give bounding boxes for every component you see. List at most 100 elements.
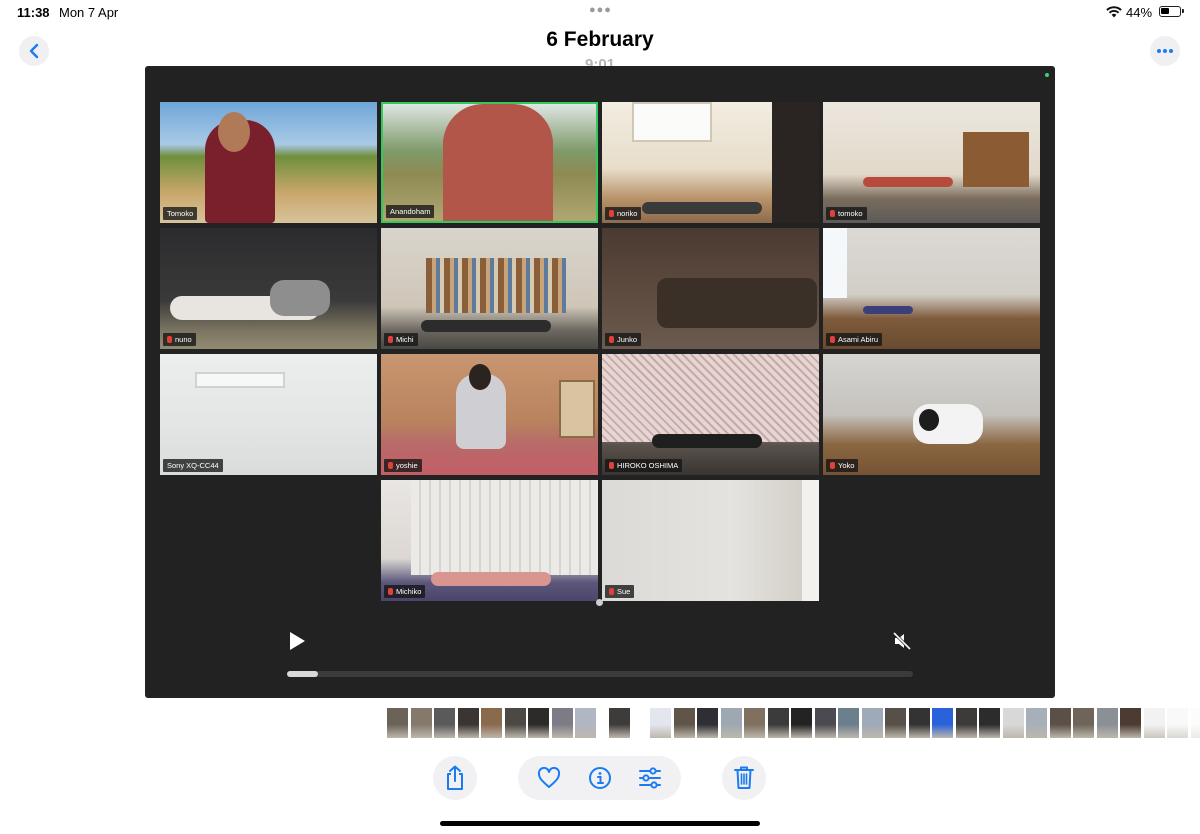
participant-video [443,104,553,221]
battery-percent: 44% [1126,5,1153,20]
mute-button[interactable] [887,626,917,656]
sofa [657,278,817,328]
mic-muted-icon [388,462,393,469]
home-indicator[interactable] [440,821,760,826]
participant-tile-michiko: Michiko [381,480,598,601]
participant-name-label: Tomoko [163,207,198,220]
participant-name-label: HIROKO OSHIMA [605,459,683,472]
filmstrip-thumbnail[interactable] [551,708,573,738]
filmstrip-thumbnail[interactable] [673,708,695,738]
play-button[interactable] [282,626,312,656]
filmstrip-thumbnail[interactable] [410,708,432,738]
filmstrip-thumbnail[interactable] [1073,708,1094,738]
filmstrip-thumbnail[interactable] [1026,708,1047,738]
action-group [518,756,681,800]
status-time: 11:38 [17,5,50,20]
filmstrip-thumbnail[interactable] [1049,708,1071,738]
info-icon [589,767,611,789]
participant-tile-michi: Michi [381,228,598,349]
filmstrip-thumbnail[interactable] [575,708,596,738]
filmstrip-thumbnail[interactable] [861,708,883,738]
person-head [469,364,491,390]
share-icon [447,765,463,790]
trash-icon [734,766,754,789]
filmstrip-thumbnail[interactable] [1143,708,1165,738]
filmstrip-thumbnail[interactable] [814,708,836,738]
battery-icon [1159,6,1184,17]
window [823,228,847,298]
filmstrip-thumbnail[interactable] [767,708,789,738]
participant-tile-sony-xq-cc44: Sony XQ-CC44 [160,354,377,475]
multitasking-dots-icon[interactable]: ●●● [589,4,612,16]
participant-name-label: Yoko [826,459,859,472]
filmstrip-thumbnail[interactable] [744,708,765,738]
filmstrip-thumbnail[interactable] [504,708,526,738]
participant-tile-tomoko-2: tomoko [823,102,1040,223]
filmstrip-thumbnail[interactable] [885,708,906,738]
bookshelf [772,102,819,223]
filmstrip-thumbnail[interactable] [838,708,859,738]
filmstrip-thumbnail[interactable] [528,708,549,738]
share-button[interactable] [433,756,477,800]
favorite-button[interactable] [534,763,564,793]
picture-frame [559,380,595,438]
person-lying [431,572,551,586]
filmstrip-thumbnail[interactable] [979,708,1000,738]
delete-button[interactable] [722,756,766,800]
filmstrip-thumbnail[interactable] [434,708,455,738]
bookshelf [426,258,566,313]
trampoline [863,306,913,314]
filmstrip-thumbnail[interactable] [791,708,812,738]
recording-indicator [1045,73,1049,77]
scrubber-handle[interactable] [596,599,603,606]
mic-muted-icon [830,210,835,217]
participant-name-label: Junko [605,333,642,346]
filmstrip-thumbnail[interactable] [908,708,930,738]
participant-tile-noriko: noriko [602,102,819,223]
filmstrip-thumbnail[interactable] [457,708,479,738]
participant-tile-asami-abiru: Asami Abiru [823,228,1040,349]
more-button[interactable] [1150,36,1180,66]
mic-muted-icon [609,210,614,217]
participant-tile-hiroko-oshima: HIROKO OSHIMA [602,354,819,475]
filmstrip-thumbnail[interactable] [650,708,671,738]
door-frame [802,480,819,601]
mic-muted-icon [388,336,393,343]
filmstrip-thumbnail[interactable] [608,708,630,738]
curtain [602,354,819,442]
status-date: Mon 7 Apr [59,5,119,20]
page-title: 6 February [546,28,654,51]
filmstrip-thumbnail[interactable] [932,708,953,738]
participant-name-label: tomoko [826,207,867,220]
participant-tile-sue: Sue [602,480,819,601]
video-progress-bar[interactable] [287,671,913,677]
filmstrip-thumbnail[interactable] [720,708,742,738]
filmstrip-thumbnail[interactable] [1002,708,1024,738]
filmstrip-thumbnail[interactable] [697,708,718,738]
participant-name-label: yoshie [384,459,422,472]
thumbnail-filmstrip[interactable] [387,708,1200,738]
person-lying [863,177,953,187]
person-lying [642,202,762,214]
video-player[interactable]: Tomoko Anandoham noriko tomoko nuno Mich… [145,66,1055,698]
filmstrip-thumbnail[interactable] [1167,708,1188,738]
participant-tile-junko: Junko [602,228,819,349]
participant-name-label: Michi [384,333,418,346]
filmstrip-thumbnail[interactable] [1120,708,1141,738]
participant-name-label: Anandoham [386,205,435,218]
filmstrip-thumbnail[interactable] [387,708,408,738]
participant-video-head [218,112,250,152]
wifi-icon [1106,6,1122,18]
adjust-button[interactable] [635,763,665,793]
info-button[interactable] [585,763,615,793]
mic-muted-icon [167,336,172,343]
participant-name-label: Sue [605,585,635,598]
participant-name-label: Michiko [384,585,426,598]
filmstrip-thumbnail[interactable] [481,708,502,738]
speaker-muted-icon [892,631,912,651]
filmstrip-thumbnail[interactable] [1190,708,1200,738]
mic-muted-icon [830,462,835,469]
filmstrip-thumbnail[interactable] [1096,708,1118,738]
participant-tile-tomoko: Tomoko [160,102,377,223]
filmstrip-thumbnail[interactable] [955,708,977,738]
